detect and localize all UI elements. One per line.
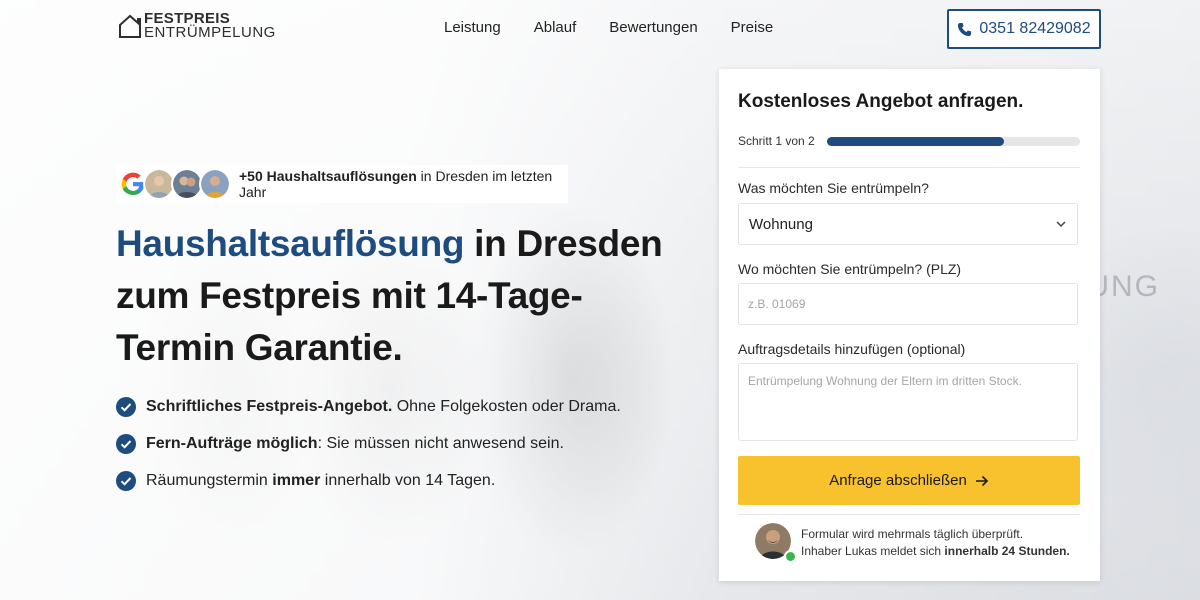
owner-note: Formular wird mehrmals täglich überprüft…: [801, 526, 1070, 560]
benefit-3-rest: innerhalb von 14 Tagen.: [320, 471, 496, 489]
online-status-dot: [784, 550, 797, 563]
owner-note-line2-bold: innerhalb 24 Stunden.: [944, 544, 1070, 558]
chevron-down-icon: [1056, 221, 1066, 228]
submit-request-button[interactable]: Anfrage abschließen: [738, 456, 1080, 505]
benefit-item-2: Fern-Aufträge möglich: Sie müssen nicht …: [116, 425, 621, 462]
benefit-3-bold: immer: [272, 471, 321, 489]
logo[interactable]: FESTPREIS ENTRÜMPELUNG: [118, 11, 276, 41]
headline-accent: Haushaltsauflösung: [116, 223, 465, 264]
check-circle-icon: [116, 470, 136, 491]
benefit-3-pre: Räumungstermin: [146, 471, 273, 489]
benefit-2-rest: : Sie müssen nicht anwesend sein.: [317, 434, 564, 452]
what-select-value: Wohnung: [749, 215, 813, 233]
social-proof-badge: +50 Haushaltsauflösungen in Dresden im l…: [116, 165, 568, 203]
form-title: Kostenloses Angebot anfragen.: [738, 91, 1024, 112]
hero-headline: Haushaltsauflösung in Dresden zum Festpr…: [116, 218, 676, 374]
progress-bar-fill: [827, 137, 1005, 146]
nav-bewertungen[interactable]: Bewertungen: [609, 19, 697, 36]
submit-label: Anfrage abschließen: [829, 472, 967, 489]
details-label: Auftragsdetails hinzufügen (optional): [738, 341, 966, 357]
logo-line2: ENTRÜMPELUNG: [144, 24, 276, 41]
phone-number: 0351 82429082: [979, 20, 1091, 37]
benefit-2-bold: Fern-Aufträge möglich: [146, 434, 318, 452]
check-circle-icon: [116, 433, 136, 454]
social-proof-count: +50 Haushaltsauflösungen: [239, 168, 417, 184]
details-textarea[interactable]: [738, 363, 1078, 441]
what-label: Was möchten Sie entrümpeln?: [738, 180, 929, 196]
arrow-right-icon: [975, 475, 988, 486]
benefit-1-bold: Schriftliches Festpreis-Angebot.: [146, 397, 393, 415]
house-outline-icon: [119, 14, 141, 38]
quote-request-form: Kostenloses Angebot anfragen. Schritt 1 …: [719, 69, 1100, 581]
progress-bar: [827, 137, 1080, 146]
divider: [738, 167, 1080, 168]
customer-avatar-3: [199, 168, 231, 200]
phone-icon: [958, 22, 972, 36]
phone-button[interactable]: 0351 82429082: [947, 9, 1101, 49]
nav-preise[interactable]: Preise: [731, 19, 774, 36]
benefit-item-3: Räumungstermin immer innerhalb von 14 Ta…: [116, 462, 621, 499]
what-select[interactable]: Wohnung: [738, 203, 1078, 245]
nav-ablauf[interactable]: Ablauf: [534, 19, 577, 36]
social-proof-text: +50 Haushaltsauflösungen in Dresden im l…: [239, 168, 568, 200]
nav-leistung[interactable]: Leistung: [444, 19, 501, 36]
plz-input[interactable]: [738, 283, 1078, 325]
owner-note-line1: Formular wird mehrmals täglich überprüft…: [801, 527, 1024, 541]
owner-note-line2: Inhaber Lukas meldet sich: [801, 544, 945, 558]
divider: [738, 514, 1080, 515]
main-nav: Leistung Ablauf Bewertungen Preise: [444, 19, 773, 36]
benefit-1-rest: Ohne Folgekosten oder Drama.: [392, 397, 621, 415]
benefit-item-1: Schriftliches Festpreis-Angebot. Ohne Fo…: [116, 388, 621, 425]
check-circle-icon: [116, 396, 136, 417]
step-indicator: Schritt 1 von 2: [738, 134, 815, 148]
benefit-list: Schriftliches Festpreis-Angebot. Ohne Fo…: [116, 388, 621, 499]
plz-label: Wo möchten Sie entrümpeln? (PLZ): [738, 261, 962, 277]
